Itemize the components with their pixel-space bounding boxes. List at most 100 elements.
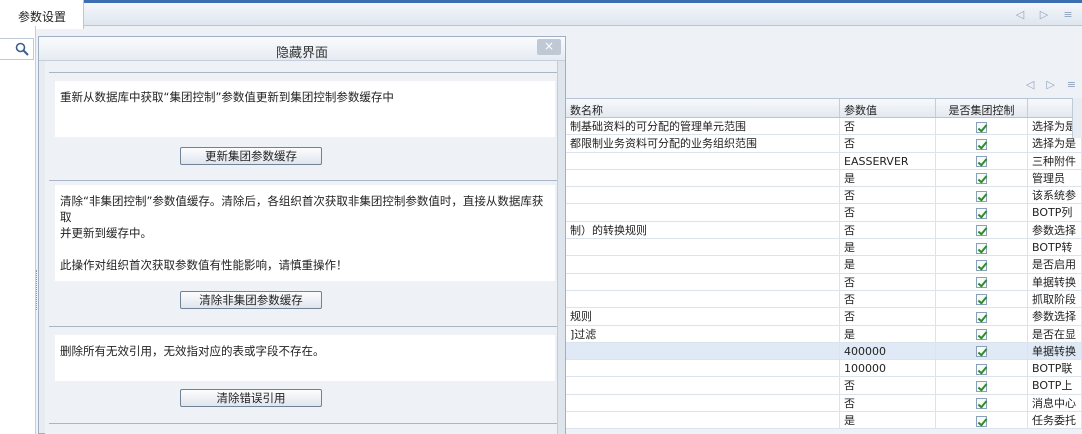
- cell-description: 单据转换: [1028, 342, 1082, 360]
- table-menu-icon[interactable]: ≡: [1067, 78, 1076, 91]
- cell-param-value[interactable]: 100000: [840, 360, 936, 377]
- table-prev-icon[interactable]: ◁: [1026, 78, 1034, 91]
- table-row[interactable]: 否 BOTP上: [566, 377, 1082, 395]
- column-header-value[interactable]: 参数值: [840, 99, 936, 117]
- checkbox-checked-icon[interactable]: [976, 363, 987, 375]
- checkbox-checked-icon[interactable]: [976, 207, 987, 219]
- update-group-cache-button[interactable]: 更新集团参数缓存: [180, 147, 322, 165]
- checkbox-checked-icon[interactable]: [976, 277, 987, 289]
- checkbox-checked-icon[interactable]: [976, 156, 987, 168]
- cell-param-name: 都限制业务资料可分配的业务组织范围: [566, 135, 840, 152]
- cell-param-value[interactable]: 否: [840, 221, 936, 239]
- cell-param-value[interactable]: 否: [840, 187, 936, 204]
- cell-param-value[interactable]: 400000: [840, 342, 936, 360]
- cell-group-control: [936, 394, 1028, 412]
- tab-menu-icon[interactable]: ≡: [1062, 8, 1074, 21]
- cell-group-control: [936, 118, 1028, 135]
- cell-group-control: [936, 169, 1028, 187]
- table-row[interactable]: 是 管理员: [566, 169, 1082, 188]
- column-header-group-control[interactable]: 是否集团控制: [936, 99, 1028, 117]
- checkbox-checked-icon[interactable]: [976, 346, 987, 358]
- checkbox-checked-icon[interactable]: [976, 311, 987, 323]
- table-row[interactable]: 否 抓取阶段: [566, 290, 1082, 309]
- cell-group-control: [936, 325, 1028, 342]
- table-row[interactable]: 400000 单据转换: [566, 342, 1082, 361]
- cell-description: 消息中心: [1028, 394, 1082, 412]
- cell-param-value[interactable]: 否: [840, 377, 936, 394]
- cell-param-value[interactable]: 是: [840, 325, 936, 342]
- table-row[interactable]: 100000 BOTP联: [566, 360, 1082, 378]
- cell-group-control: [936, 256, 1028, 273]
- table-row[interactable]: 是 BOTP转: [566, 239, 1082, 257]
- section-1-message: 重新从数据库中获取“集团控制”参数值更新到集团控制参数缓存中: [55, 81, 555, 137]
- table-row[interactable]: 是 任务委托: [566, 412, 1082, 430]
- table-row[interactable]: 否 BOTP列: [566, 204, 1082, 222]
- divider: [49, 423, 557, 424]
- cell-description: 参数选择: [1028, 308, 1082, 325]
- cell-param-value[interactable]: 是: [840, 169, 936, 187]
- checkbox-checked-icon[interactable]: [976, 173, 987, 185]
- table-next-icon[interactable]: ▷: [1046, 78, 1054, 91]
- column-header-name[interactable]: 数名称: [566, 99, 840, 117]
- checkbox-checked-icon[interactable]: [976, 329, 987, 341]
- divider: [49, 180, 557, 181]
- cell-param-name: [566, 152, 840, 169]
- cell-param-value[interactable]: 是: [840, 412, 936, 429]
- table-row[interactable]: 否 消息中心: [566, 394, 1082, 413]
- message-line: 此操作对组织首次获取参数值有性能影响，请慎重操作！: [60, 258, 348, 272]
- cell-param-value[interactable]: 否: [840, 204, 936, 221]
- cell-param-value[interactable]: 否: [840, 290, 936, 308]
- divider: [49, 72, 557, 73]
- table-row[interactable]: 否 单据转换: [566, 273, 1082, 291]
- table-row[interactable]: 规则否 参数选择: [566, 308, 1082, 326]
- search-input[interactable]: [0, 38, 34, 60]
- cell-param-value[interactable]: 是: [840, 256, 936, 273]
- cell-param-name: [566, 360, 840, 377]
- checkbox-checked-icon[interactable]: [976, 259, 987, 271]
- cell-param-name: [566, 256, 840, 273]
- table-row[interactable]: 都限制业务资料可分配的业务组织范围否选择为是: [566, 135, 1082, 153]
- dialog-title: 隐藏界面: [39, 37, 565, 61]
- table-row[interactable]: 制基础资料的可分配的管理单元范围否选择为是: [566, 118, 1082, 136]
- cell-param-value[interactable]: 是: [840, 239, 936, 256]
- cell-param-value[interactable]: 否: [840, 118, 936, 135]
- cell-group-control: [936, 221, 1028, 239]
- table-row[interactable]: 是 是否启用: [566, 256, 1082, 274]
- tab-scroll-right-icon[interactable]: ▷: [1038, 8, 1050, 21]
- tab-scroll-left-icon[interactable]: ◁: [1014, 8, 1026, 21]
- cell-param-value[interactable]: 否: [840, 308, 936, 325]
- tab-parameter-settings[interactable]: 参数设置: [0, 0, 84, 29]
- cell-param-value[interactable]: 否: [840, 135, 936, 152]
- checkbox-checked-icon[interactable]: [976, 225, 987, 237]
- dialog-scrollbar[interactable]: [557, 61, 565, 434]
- clear-invalid-references-button[interactable]: 清除错误引用: [180, 389, 322, 407]
- cell-param-name: [566, 290, 840, 308]
- search-icon[interactable]: [15, 42, 29, 56]
- cell-param-value[interactable]: 否: [840, 273, 936, 290]
- table-row[interactable]: 制）的转换规则否 参数选择: [566, 221, 1082, 240]
- cell-description: BOTP联: [1028, 360, 1082, 377]
- cell-group-control: [936, 135, 1028, 152]
- checkbox-checked-icon[interactable]: [976, 121, 987, 133]
- cell-param-value[interactable]: 否: [840, 394, 936, 412]
- cell-param-name: [566, 377, 840, 394]
- checkbox-checked-icon[interactable]: [976, 294, 987, 306]
- cell-param-name: [566, 273, 840, 290]
- table-row[interactable]: 否 该系统参: [566, 187, 1082, 205]
- checkbox-checked-icon[interactable]: [976, 190, 987, 202]
- close-icon[interactable]: ×: [537, 39, 561, 55]
- cell-param-name: [566, 187, 840, 204]
- table-vertical-scrollbar[interactable]: [1072, 98, 1082, 138]
- table-row[interactable]: ]过滤是 是否在显: [566, 325, 1082, 343]
- checkbox-checked-icon[interactable]: [976, 380, 987, 392]
- checkbox-checked-icon[interactable]: [976, 415, 987, 427]
- cell-param-value[interactable]: EASSERVER: [840, 152, 936, 169]
- checkbox-checked-icon[interactable]: [976, 398, 987, 410]
- cell-description: BOTP转: [1028, 239, 1082, 256]
- checkbox-checked-icon[interactable]: [976, 138, 987, 150]
- table-row[interactable]: EASSERVER 三种附件: [566, 152, 1082, 170]
- clear-non-group-cache-button[interactable]: 清除非集团参数缓存: [180, 291, 322, 309]
- cell-group-control: [936, 273, 1028, 290]
- checkbox-checked-icon[interactable]: [976, 242, 987, 254]
